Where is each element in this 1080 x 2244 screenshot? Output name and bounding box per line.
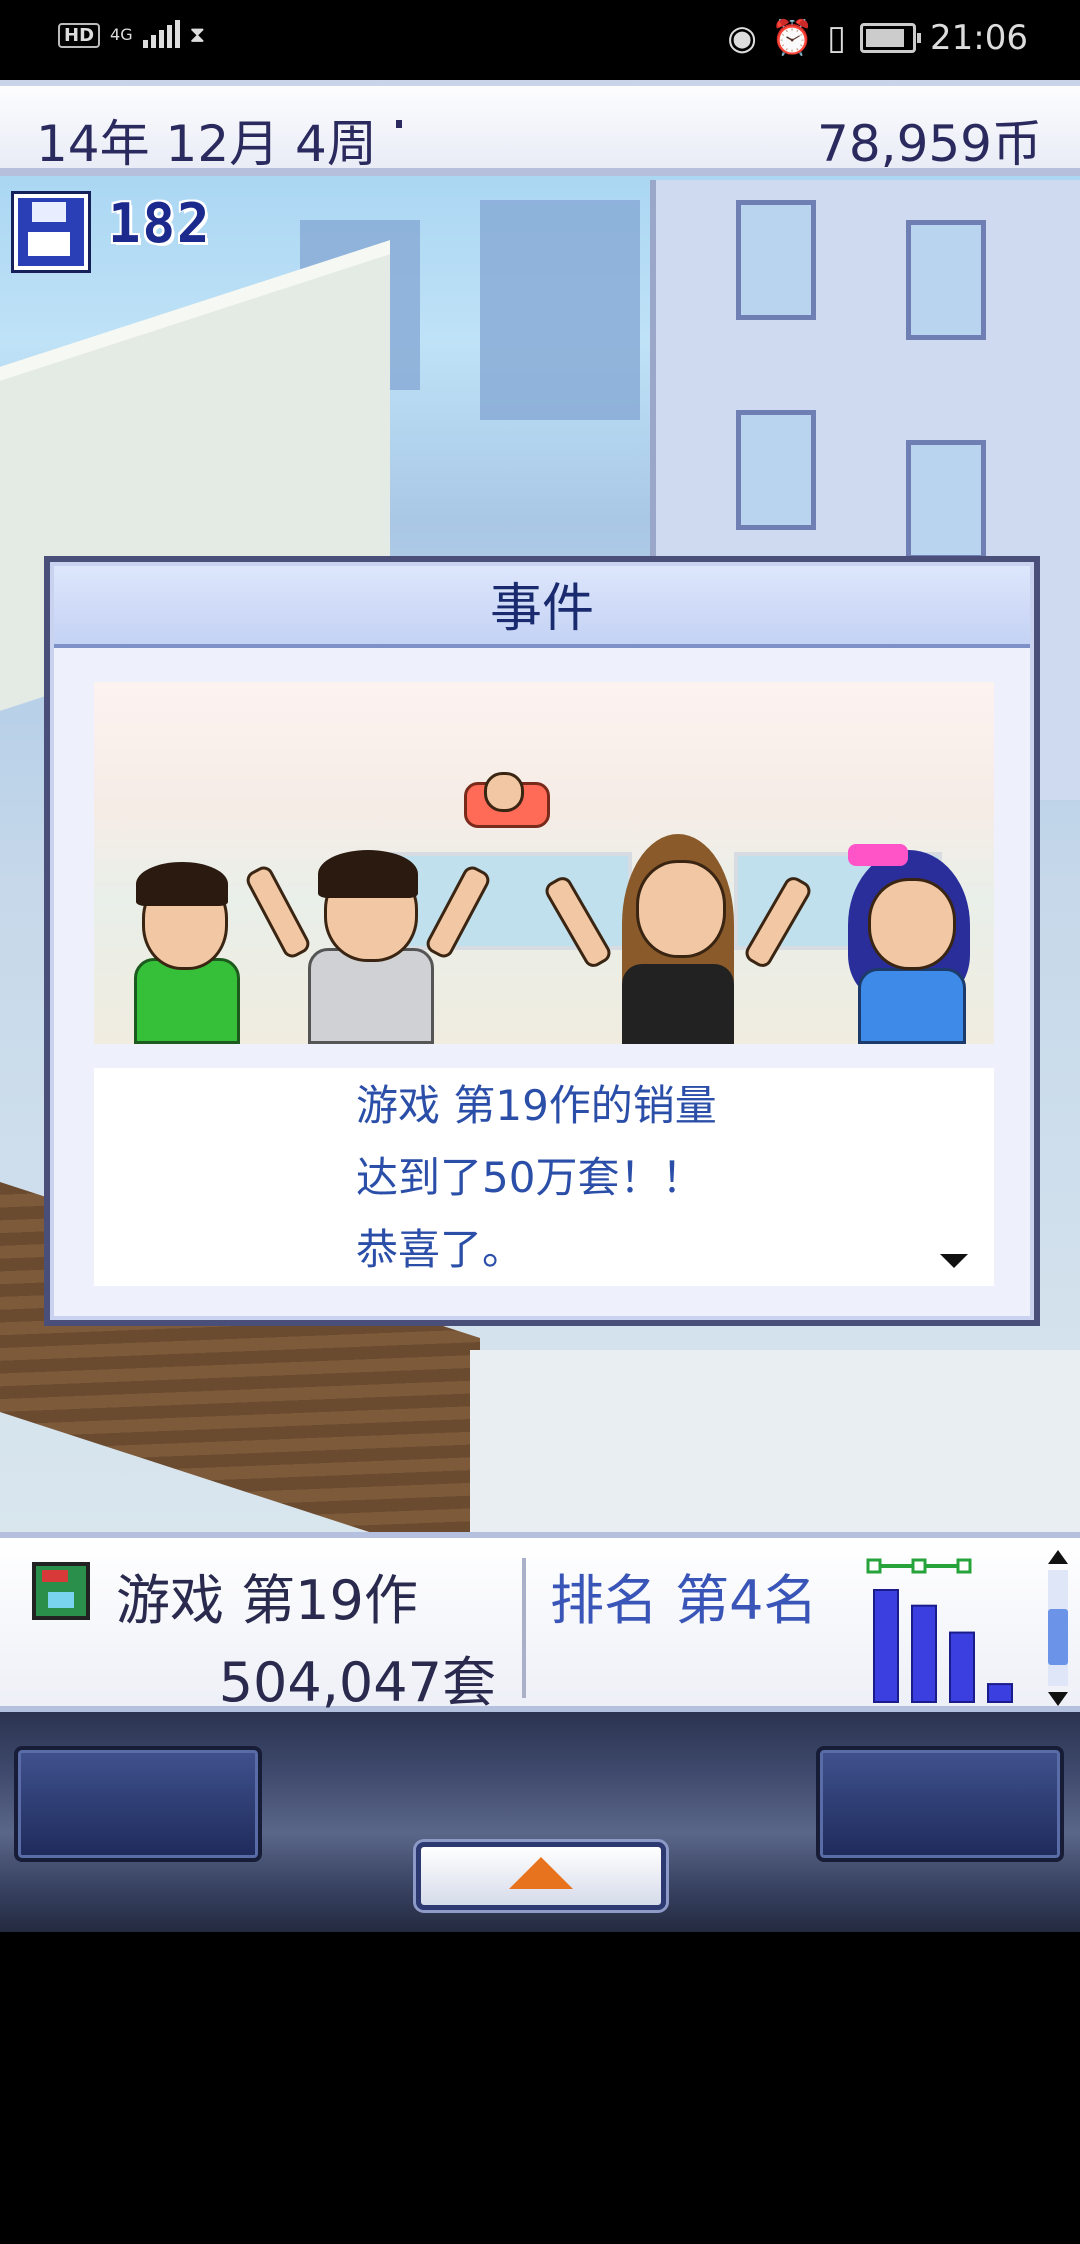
network-type: 4G [110, 25, 133, 44]
eye-icon: ◉ [727, 18, 757, 58]
empty-area [0, 1932, 1080, 2244]
save-count: 182 [108, 192, 212, 255]
game-title: 游戏 第19作 [116, 1569, 418, 1632]
celebration-image [94, 682, 994, 1044]
continue-arrow-icon[interactable] [940, 1254, 968, 1268]
staff-member-green [114, 854, 254, 1044]
clock: 21:06 [930, 18, 1028, 58]
hd-badge: HD [58, 22, 101, 48]
game-date: 14年 12月 4周 [36, 115, 377, 173]
chart-bar [873, 1589, 899, 1703]
info-scrollbar[interactable] [1046, 1550, 1070, 1706]
left-soft-button[interactable] [14, 1746, 262, 1862]
game-sales: 504,047套 [218, 1651, 496, 1714]
chart-bar [911, 1604, 937, 1703]
floppy-disk-icon[interactable] [14, 194, 88, 270]
chart-bar [949, 1631, 975, 1703]
money-display: 78,959币 [817, 115, 1042, 173]
event-line-1: 游戏 第19作的销量 [356, 1081, 717, 1130]
status-bar: HD 4G ⧗ ◉ ⏰ ▯ 21:06 [0, 0, 1080, 80]
sales-mini-chart [866, 1558, 1013, 1704]
status-right: ◉ ⏰ ▯ 21:06 [727, 18, 1028, 58]
right-soft-button[interactable] [816, 1746, 1064, 1862]
staff-member-suit [243, 844, 493, 1044]
distant-building [480, 200, 640, 420]
game-cartridge-icon [32, 1562, 90, 1620]
battery-icon [860, 23, 922, 53]
chart-trend-marker [956, 1558, 972, 1574]
sales-info-bar[interactable]: 游戏 第19作 504,047套 排名 第4名 [0, 1532, 1080, 1714]
alarm-icon: ⏰ [770, 18, 814, 58]
week-progress-dot [396, 120, 402, 128]
rank-label: 排名 第4名 [550, 1569, 818, 1632]
staff-member-woman [541, 834, 815, 1044]
office-floor [470, 1350, 1080, 1540]
event-dialog[interactable]: 事件 游戏 第19作的销量 达到了50万套！！ 恭喜了。 [44, 556, 1040, 1326]
control-panel [0, 1712, 1080, 1932]
event-message[interactable]: 游戏 第19作的销量 达到了50万套！！ 恭喜了。 [94, 1068, 994, 1286]
signal-icon [142, 20, 180, 48]
event-line-3: 恭喜了。 [356, 1225, 525, 1274]
chart-trend-marker [911, 1558, 927, 1574]
vibrate-icon: ▯ [827, 18, 847, 58]
info-divider [522, 1558, 526, 1698]
staff-member-blue-hair [834, 844, 984, 1044]
chart-trend-marker [866, 1558, 882, 1574]
top-info-bar: 14年 12月 4周 78,959币 [0, 80, 1080, 176]
event-line-2: 达到了50万套！！ [356, 1153, 704, 1202]
status-left: HD 4G ⧗ [58, 20, 206, 48]
scroll-down-icon[interactable] [1048, 1692, 1068, 1706]
chart-bar [987, 1683, 1013, 1704]
staff-member-jumping [434, 772, 564, 842]
scroll-thumb[interactable] [1048, 1609, 1068, 1665]
dialog-title: 事件 [54, 566, 1030, 648]
menu-up-button[interactable] [416, 1842, 666, 1910]
up-arrow-icon [509, 1857, 573, 1889]
scroll-up-icon[interactable] [1048, 1550, 1068, 1564]
hourglass-icon: ⧗ [189, 22, 206, 48]
